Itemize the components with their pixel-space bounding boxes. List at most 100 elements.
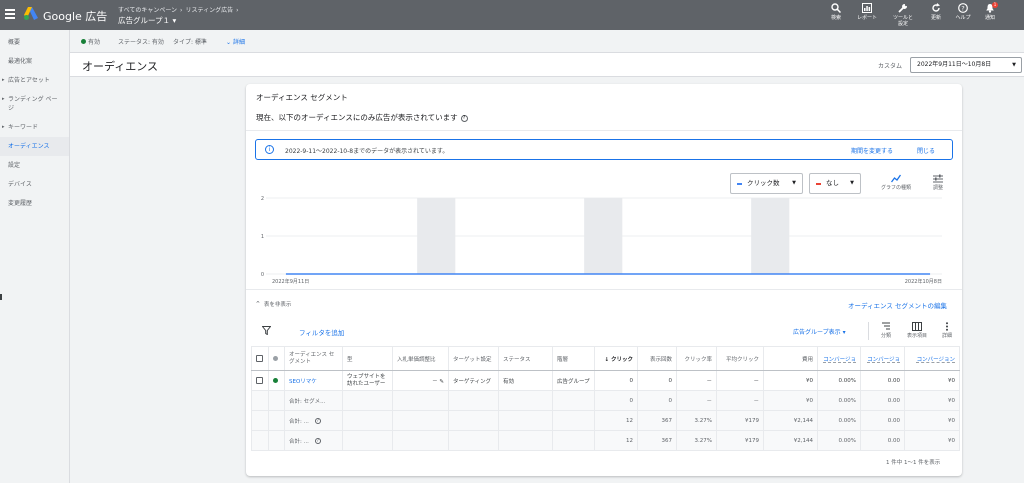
filter-icon[interactable] [262,326,271,335]
nav-item-overview[interactable]: 概要 [0,33,69,52]
segment-button[interactable]: 分類 [876,322,896,339]
cell-avg-cpc: － [716,370,764,391]
col-status[interactable]: ステータス [498,346,553,371]
nav-item-change-history[interactable]: 変更履歴 [0,194,69,213]
col-impressions[interactable]: 表示回数 [637,346,677,371]
empty-cell [251,430,269,451]
status-header-cell [268,346,285,371]
empty-cell [392,390,449,411]
metric2-swatch [816,183,821,185]
notifications-button[interactable]: 1 通知 [975,2,1005,21]
help-button[interactable]: ? ヘルプ [948,3,978,21]
cell-level: 広告グループ [552,370,595,391]
chevron-down-icon: ⌄ [226,39,232,46]
metric1-swatch [737,183,742,185]
nav-item-landing-pages[interactable]: ランディング ページ [0,90,69,118]
col-level[interactable]: 階層 [552,346,595,371]
total-conversions-3: ¥0 [904,410,960,431]
more-label: 詳細 [941,333,952,339]
col-conversions-1[interactable]: コンバージョ [817,346,861,371]
col-avg-cpc[interactable]: 平均クリック [716,346,764,371]
segment-link[interactable]: SEOリマケ [289,379,317,385]
hide-table-toggle[interactable]: ⌃ 表を非表示 [255,300,291,308]
edit-segments-link[interactable]: オーディエンス セグメントの編集 [848,300,947,310]
help-icon[interactable]: ? [314,438,321,444]
empty-cell [268,410,285,431]
dropdown-arrow-icon: ▾ [842,329,846,336]
col-targeting[interactable]: ターゲット設定 [448,346,499,371]
adgroup-view-selector[interactable]: 広告グループ表示 ▾ [793,327,846,336]
dropdown-arrow-icon: ▼ [1012,62,1016,68]
status-text: ステータス: 有効 [118,39,164,46]
total-cost: ¥2,144 [763,430,818,451]
total-clicks: 12 [594,410,638,431]
search-label: 検索 [830,15,841,21]
date-range-picker[interactable]: 2022年9月11日～10月8日 ▼ [910,57,1022,73]
notifications-label: 通知 [984,15,995,21]
menu-icon[interactable] [5,9,15,19]
nav-item-settings[interactable]: 設定 [0,156,69,175]
total-conversions-3: ¥0 [904,430,960,451]
total-row: 合計: ...? 12 367 3.27% ¥179 ¥2,144 0.00% … [251,410,960,431]
columns-button[interactable]: 表示項目 [902,322,932,339]
total-row: 合計: セグメ... 0 0 － － ¥0 0.00% 0.00 ¥0 [251,390,960,411]
svg-text:?: ? [961,4,964,12]
table-row: SEOリマケ ウェブサイトを 訪れたユーザー － ✎ ターゲティング 有効 広告… [251,370,960,391]
help-icon[interactable]: ? [314,418,321,424]
refresh-button[interactable]: 更新 [921,3,951,21]
total-conversions-2: 0.00 [860,430,905,451]
help-label: ヘルプ [955,15,971,21]
cell-conversions-3: ¥0 [904,370,960,391]
nav-item-audiences[interactable]: オーディエンス [0,137,69,156]
nav-item-recommendations[interactable]: 最適化案 [0,52,69,71]
notification-badge: 1 [992,2,998,8]
tools-button[interactable]: ツールと 設定 [888,3,918,27]
breadcrumb-campaign[interactable]: リスティング広告 [185,7,233,14]
col-conversions-3[interactable]: コンバージョン [904,346,960,371]
y-tick-label: 2 [261,196,264,202]
cell-targeting: ターゲティング [448,370,499,391]
nav-item-keywords[interactable]: キーワード [0,118,69,137]
select-all-checkbox-cell[interactable] [251,346,269,371]
total-row: 合計: ...? 12 367 3.27% ¥179 ¥2,144 0.00% … [251,430,960,451]
breadcrumb: すべてのキャンペーン › リスティング広告 › [118,5,242,14]
col-segment[interactable]: オーディエンス セグメント [284,346,343,371]
x-tick-label: 2022年9月11日 [272,278,309,285]
checkbox[interactable] [256,377,263,384]
columns-label: 表示項目 [906,333,927,339]
col-clicks[interactable]: ↓ クリック [594,346,638,371]
empty-cell [251,410,269,431]
breadcrumb-all-campaigns[interactable]: すべてのキャンペーン [118,7,177,14]
col-cost[interactable]: 費用 [763,346,818,371]
more-button[interactable]: 詳細 [938,322,956,339]
y-tick-label: 1 [261,234,264,240]
cell-bid-adj[interactable]: － ✎ [392,370,449,391]
col-bid-adj[interactable]: 入札単価調整比 [392,346,449,371]
row-checkbox-cell[interactable] [251,370,269,391]
report-button[interactable]: レポート [852,3,882,21]
adgroup-selector[interactable]: 広告グループ１ ▾ [118,15,176,26]
details-label: 詳細 [232,39,245,46]
total-clicks: 0 [594,390,638,411]
divider [0,294,2,300]
edit-icon[interactable]: ✎ [439,379,444,385]
nav-item-devices[interactable]: デバイス [0,175,69,194]
close-link[interactable]: 閉じる [917,146,935,155]
details-toggle[interactable]: ⌄ 詳細 [226,37,245,46]
nav-item-label-2: ジ [8,105,15,112]
total-label: 合計: ... [289,418,309,425]
checkbox[interactable] [256,355,263,362]
cell-status: 有効 [498,370,553,391]
add-filter-button[interactable]: フィルタを追加 [299,327,344,337]
col-ctr[interactable]: クリック率 [676,346,717,371]
change-period-link[interactable]: 期間を変更する [851,146,893,155]
total-label-cell: 合計: ...? [284,410,343,431]
col-conversions-2[interactable]: コンバージョ [860,346,905,371]
nav-item-ads-assets[interactable]: 広告とアセット [0,71,69,90]
top-app-bar: Google 広告 すべてのキャンペーン › リスティング広告 › 広告グループ１ ▾… [0,0,1024,30]
pagination-text: 1 件中 1～1 件を表示 [886,460,941,466]
empty-cell [268,430,285,451]
help-icon[interactable]: ? [460,114,468,122]
search-button[interactable]: 検索 [821,3,851,21]
col-type[interactable]: 型 [342,346,393,371]
